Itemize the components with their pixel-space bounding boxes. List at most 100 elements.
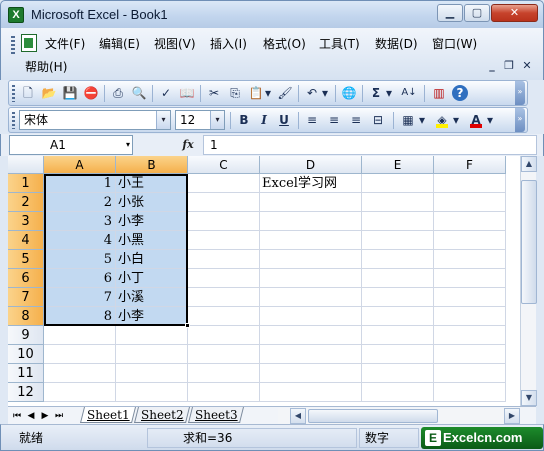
cell-e11[interactable] <box>362 364 434 383</box>
print-icon[interactable]: ⎙ <box>109 84 127 102</box>
font-name-combo[interactable]: 宋体 ▾ <box>19 110 171 130</box>
cell-a7[interactable]: 7 <box>44 288 116 307</box>
cell-c6[interactable] <box>188 269 260 288</box>
cell-d12[interactable] <box>260 383 362 402</box>
align-left-button[interactable]: ≡ <box>303 111 321 129</box>
menu-file[interactable]: 文件(F) <box>45 36 85 52</box>
cell-d8[interactable] <box>260 307 362 326</box>
cell-d10[interactable] <box>260 345 362 364</box>
row-header-1[interactable]: 1 <box>8 174 44 193</box>
cell-b4[interactable]: 小黑 <box>116 231 188 250</box>
cell-c1[interactable] <box>188 174 260 193</box>
cell-b11[interactable] <box>116 364 188 383</box>
toolbar-grip[interactable] <box>12 85 15 102</box>
menu-insert[interactable]: 插入(I) <box>210 36 247 52</box>
workbook-minimize-button[interactable]: _ <box>485 59 499 73</box>
cell-e7[interactable] <box>362 288 434 307</box>
cell-b9[interactable] <box>116 326 188 345</box>
cell-a6[interactable]: 6 <box>44 269 116 288</box>
close-button[interactable]: ✕ <box>491 4 538 22</box>
next-sheet-button[interactable]: ▶ <box>38 409 52 423</box>
row-header-9[interactable]: 9 <box>8 326 44 345</box>
horizontal-scroll-thumb[interactable] <box>308 409 438 423</box>
cell-a2[interactable]: 2 <box>44 193 116 212</box>
menu-view[interactable]: 视图(V) <box>154 36 196 52</box>
cell-a9[interactable] <box>44 326 116 345</box>
menu-data[interactable]: 数据(D) <box>375 36 418 52</box>
select-all-button[interactable] <box>8 156 44 174</box>
font-size-combo[interactable]: 12 ▾ <box>175 110 225 130</box>
borders-icon[interactable]: ▦ <box>399 111 417 129</box>
cell-a5[interactable]: 5 <box>44 250 116 269</box>
cell-c9[interactable] <box>188 326 260 345</box>
cell-e8[interactable] <box>362 307 434 326</box>
copy-icon[interactable]: ⎘ <box>226 84 244 102</box>
cell-e9[interactable] <box>362 326 434 345</box>
autosum-dropdown[interactable]: ▾ <box>384 84 394 102</box>
vertical-scroll-thumb[interactable] <box>521 180 537 304</box>
scroll-left-button[interactable]: ◀ <box>290 408 306 424</box>
vertical-scrollbar[interactable]: ▲ ▼ <box>520 156 537 406</box>
cell-e12[interactable] <box>362 383 434 402</box>
column-header-b[interactable]: B <box>116 156 188 174</box>
scroll-down-button[interactable]: ▼ <box>521 390 537 406</box>
cell-f4[interactable] <box>434 231 506 250</box>
cell-e6[interactable] <box>362 269 434 288</box>
workbook-restore-button[interactable]: ❐ <box>502 59 516 73</box>
chevron-down-icon[interactable]: ▾ <box>156 111 170 129</box>
cell-a4[interactable]: 4 <box>44 231 116 250</box>
cell-c7[interactable] <box>188 288 260 307</box>
hyperlink-icon[interactable]: 🌐 <box>340 84 358 102</box>
row-header-2[interactable]: 2 <box>8 193 44 212</box>
spelling-icon[interactable]: ✓ <box>157 84 175 102</box>
column-header-a[interactable]: A <box>44 156 116 174</box>
previous-sheet-button[interactable]: ◀ <box>24 409 38 423</box>
cell-f2[interactable] <box>434 193 506 212</box>
toolbar-grip[interactable] <box>12 112 15 129</box>
paste-dropdown[interactable]: ▾ <box>263 84 273 102</box>
cell-e4[interactable] <box>362 231 434 250</box>
cell-c11[interactable] <box>188 364 260 383</box>
cell-f5[interactable] <box>434 250 506 269</box>
row-header-5[interactable]: 5 <box>8 250 44 269</box>
cell-b8[interactable]: 小李 <box>116 307 188 326</box>
cell-a1[interactable]: 1 <box>44 174 116 193</box>
cell-d3[interactable] <box>260 212 362 231</box>
menu-format[interactable]: 格式(O) <box>263 36 306 52</box>
name-box[interactable]: A1 ▾ <box>9 135 133 155</box>
cell-f1[interactable] <box>434 174 506 193</box>
cell-a12[interactable] <box>44 383 116 402</box>
cell-c3[interactable] <box>188 212 260 231</box>
align-right-button[interactable]: ≡ <box>347 111 365 129</box>
row-header-4[interactable]: 4 <box>8 231 44 250</box>
insert-function-button[interactable]: fx <box>177 137 199 153</box>
font-color-dropdown[interactable]: ▾ <box>485 111 495 129</box>
menu-window[interactable]: 窗口(W) <box>432 36 477 52</box>
chevron-down-icon[interactable]: ▾ <box>126 136 130 154</box>
cell-a8[interactable]: 8 <box>44 307 116 326</box>
column-header-c[interactable]: C <box>188 156 260 174</box>
toolbar-options-chevron[interactable]: » <box>515 108 525 132</box>
open-icon[interactable]: 📂 <box>40 84 58 102</box>
align-center-button[interactable]: ≡ <box>325 111 343 129</box>
fill-color-icon[interactable]: ◈ <box>433 111 451 129</box>
borders-dropdown[interactable]: ▾ <box>417 111 427 129</box>
cell-a11[interactable] <box>44 364 116 383</box>
cell-d6[interactable] <box>260 269 362 288</box>
help-icon[interactable]: ? <box>452 85 468 101</box>
cell-c2[interactable] <box>188 193 260 212</box>
worksheet-grid[interactable]: A B C D E F 1 1 小王 Excel学习网 2 2 小张 3 3 小李 4 4 小黑 5 5 小白 6 6 小丁 7 7… <box>8 156 520 406</box>
cell-d2[interactable] <box>260 193 362 212</box>
format-painter-icon[interactable]: 🖌 <box>276 84 294 102</box>
tab-sheet2[interactable]: Sheet2 <box>134 407 190 423</box>
row-header-10[interactable]: 10 <box>8 345 44 364</box>
cell-a10[interactable] <box>44 345 116 364</box>
new-icon[interactable]: 🗋 <box>19 84 37 102</box>
workbook-close-button[interactable]: ✕ <box>520 59 534 73</box>
cell-e1[interactable] <box>362 174 434 193</box>
cell-b2[interactable]: 小张 <box>116 193 188 212</box>
underline-button[interactable]: U <box>275 111 293 129</box>
cell-b12[interactable] <box>116 383 188 402</box>
sort-ascending-icon[interactable]: A↓ <box>398 84 420 102</box>
italic-button[interactable]: I <box>255 111 273 129</box>
